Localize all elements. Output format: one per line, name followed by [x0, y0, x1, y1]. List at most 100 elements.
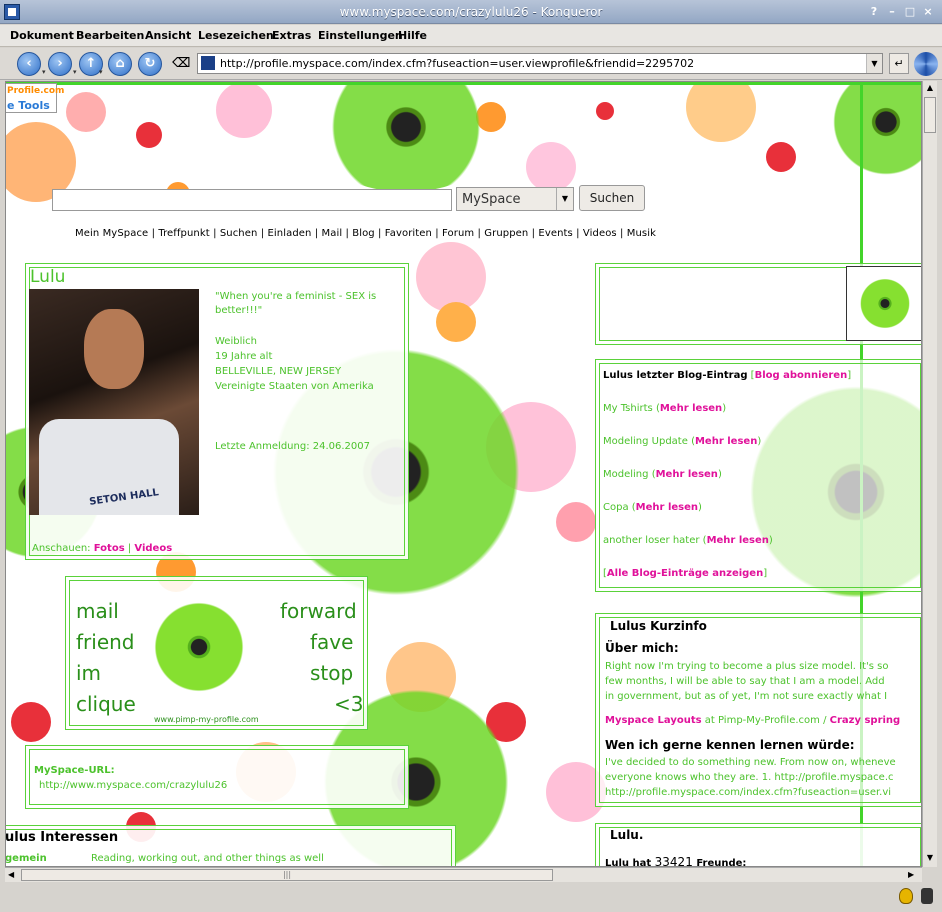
search-button[interactable]: Suchen [579, 185, 645, 211]
menu-extras[interactable]: Extras [272, 29, 311, 42]
vertical-scrollbar[interactable]: ▲ ▼ [922, 81, 937, 867]
nav-videos[interactable]: Videos [583, 228, 617, 239]
instant-message-link[interactable]: im [76, 661, 101, 685]
security-bug-icon[interactable] [899, 888, 913, 904]
blog-entry: My Tshirts (Mehr lesen) [603, 403, 727, 414]
menu-dokument[interactable]: Dokument [10, 29, 74, 42]
maximize-icon[interactable]: □ [902, 4, 918, 20]
nav-mail[interactable]: Mail [322, 228, 343, 239]
read-more-link[interactable]: Mehr lesen [656, 469, 718, 480]
menu-lesezeichen[interactable]: Lesezeichen [198, 29, 274, 42]
web-page[interactable]: Profile.com e Tools MySpace ▼ Suchen Mei… [5, 81, 922, 867]
meet-line-1: I've decided to do something new. From n… [605, 757, 896, 768]
konqueror-throbber-icon[interactable] [914, 52, 938, 76]
scroll-right-icon[interactable]: ▶ [908, 870, 914, 879]
rank-user-link[interactable]: <3 [334, 692, 363, 716]
blog-entry: Modeling (Mehr lesen) [603, 469, 722, 480]
nav-favoriten[interactable]: Favoriten [385, 228, 432, 239]
interests-row-label: gemein [5, 853, 47, 864]
nav-blog[interactable]: Blog [352, 228, 375, 239]
nav-mein-myspace[interactable]: Mein MySpace [75, 228, 148, 239]
home-icon[interactable]: ⌂ [108, 52, 132, 76]
close-icon[interactable]: × [920, 4, 936, 20]
help-icon[interactable]: ? [866, 4, 882, 20]
blog-entry-title[interactable]: another loser hater [603, 535, 699, 546]
scroll-down-icon[interactable]: ▼ [925, 853, 935, 862]
read-more-link[interactable]: Mehr lesen [636, 502, 698, 513]
horizontal-scroll-thumb[interactable]: ||| [21, 869, 553, 881]
videos-link[interactable]: Videos [134, 543, 172, 554]
up-dropdown-icon[interactable]: ▾ [99, 68, 105, 76]
back-icon[interactable]: ‹ [17, 52, 41, 76]
forward-link[interactable]: forward [280, 599, 357, 623]
title-bar: www.myspace.com/crazylulu26 - Konqueror … [0, 0, 942, 24]
scroll-up-icon[interactable]: ▲ [925, 83, 935, 92]
menu-hilfe[interactable]: Hilfe [398, 29, 427, 42]
url-bar[interactable]: http://profile.myspace.com/index.cfm?fus… [197, 53, 883, 74]
nav-gruppen[interactable]: Gruppen [484, 228, 528, 239]
menu-bearbeiten[interactable]: Bearbeiten [76, 29, 144, 42]
interests-box: ulus Interessen gemein Reading, working … [5, 825, 456, 866]
blog-subscribe-link[interactable]: Blog abonnieren [755, 370, 848, 381]
nav-musik[interactable]: Musik [627, 228, 656, 239]
java-icon[interactable] [921, 888, 933, 904]
blog-header: Lulus letzter Blog-Eintrag [Blog abonnie… [603, 370, 852, 381]
horizontal-scrollbar[interactable]: ◀ ||| ▶ [5, 867, 922, 882]
menu-einstellungen[interactable]: Einstellungen [318, 29, 403, 42]
all-blog-entries-link[interactable]: Alle Blog-Einträge anzeigen [607, 568, 763, 579]
scroll-left-icon[interactable]: ◀ [8, 870, 14, 879]
nav-events[interactable]: Events [538, 228, 572, 239]
blog-entry-title[interactable]: My Tshirts [603, 403, 653, 414]
crazy-spring-link[interactable]: Crazy spring [830, 715, 901, 726]
blog-entry: another loser hater (Mehr lesen) [603, 535, 773, 546]
blog-all-entries: [Alle Blog-Einträge anzeigen] [603, 568, 768, 579]
add-to-group-link[interactable]: clique [76, 692, 136, 716]
minimize-icon[interactable]: – [884, 4, 900, 20]
myspace-layouts-link[interactable]: Myspace Layouts [605, 715, 702, 726]
blog-entry-title[interactable]: Copa [603, 502, 629, 513]
myspace-url-label: MySpace-URL: [34, 765, 115, 776]
profile-photo[interactable]: SETON HALL [29, 289, 199, 515]
banner-thumbnail[interactable] [846, 266, 921, 341]
nav-suchen[interactable]: Suchen [220, 228, 258, 239]
nav-forum[interactable]: Forum [442, 228, 474, 239]
url-input[interactable]: http://profile.myspace.com/index.cfm?fus… [220, 57, 694, 70]
photo-face [84, 309, 144, 389]
contact-box: mail forward friend fave im stop clique … [65, 576, 368, 730]
about-heading: Über mich: [605, 641, 679, 655]
read-more-link[interactable]: Mehr lesen [707, 535, 769, 546]
blog-entry-title[interactable]: Modeling [603, 469, 649, 480]
clear-location-icon[interactable]: ⌫ [172, 56, 190, 72]
profile-tools-badge[interactable]: Profile.com e Tools [6, 83, 64, 113]
chevron-down-icon: ▼ [556, 188, 573, 210]
profile-city: BELLEVILLE, NEW JERSEY [215, 366, 342, 377]
blog-entry-title[interactable]: Modeling Update [603, 436, 688, 447]
add-favorite-link[interactable]: fave [310, 630, 353, 654]
contact-credit-link[interactable]: www.pimp-my-profile.com [154, 715, 259, 724]
nav-einladen[interactable]: Einladen [267, 228, 311, 239]
myspace-url-value[interactable]: http://www.myspace.com/crazylulu26 [39, 780, 227, 791]
read-more-link[interactable]: Mehr lesen [695, 436, 757, 447]
search-input[interactable] [52, 189, 452, 211]
friends-count: 33421 [654, 855, 693, 867]
photos-link[interactable]: Fotos [94, 543, 125, 554]
profile-view-links: Anschauen: Fotos | Videos [32, 543, 173, 554]
vertical-scroll-thumb[interactable] [924, 97, 936, 133]
block-user-link[interactable]: stop [310, 661, 353, 685]
blog-entry: Copa (Mehr lesen) [603, 502, 702, 513]
short-info-title: Lulus Kurzinfo [610, 619, 707, 633]
forward-dropdown-icon[interactable]: ▾ [73, 68, 79, 76]
go-icon[interactable]: ↵ [889, 53, 909, 74]
menu-ansicht[interactable]: Ansicht [145, 29, 191, 42]
search-scope-select[interactable]: MySpace ▼ [456, 187, 574, 211]
nav-treffpunkt[interactable]: Treffpunkt [158, 228, 209, 239]
reload-icon[interactable]: ↻ [138, 52, 162, 76]
add-friend-link[interactable]: friend [76, 630, 135, 654]
back-dropdown-icon[interactable]: ▾ [42, 68, 48, 76]
about-line-2: few months, I will be able to say that I… [605, 676, 885, 687]
interests-title: ulus Interessen [5, 830, 119, 845]
forward-icon[interactable]: › [48, 52, 72, 76]
read-more-link[interactable]: Mehr lesen [660, 403, 722, 414]
url-history-dropdown-icon[interactable]: ▼ [866, 54, 882, 73]
send-mail-link[interactable]: mail [76, 599, 119, 623]
